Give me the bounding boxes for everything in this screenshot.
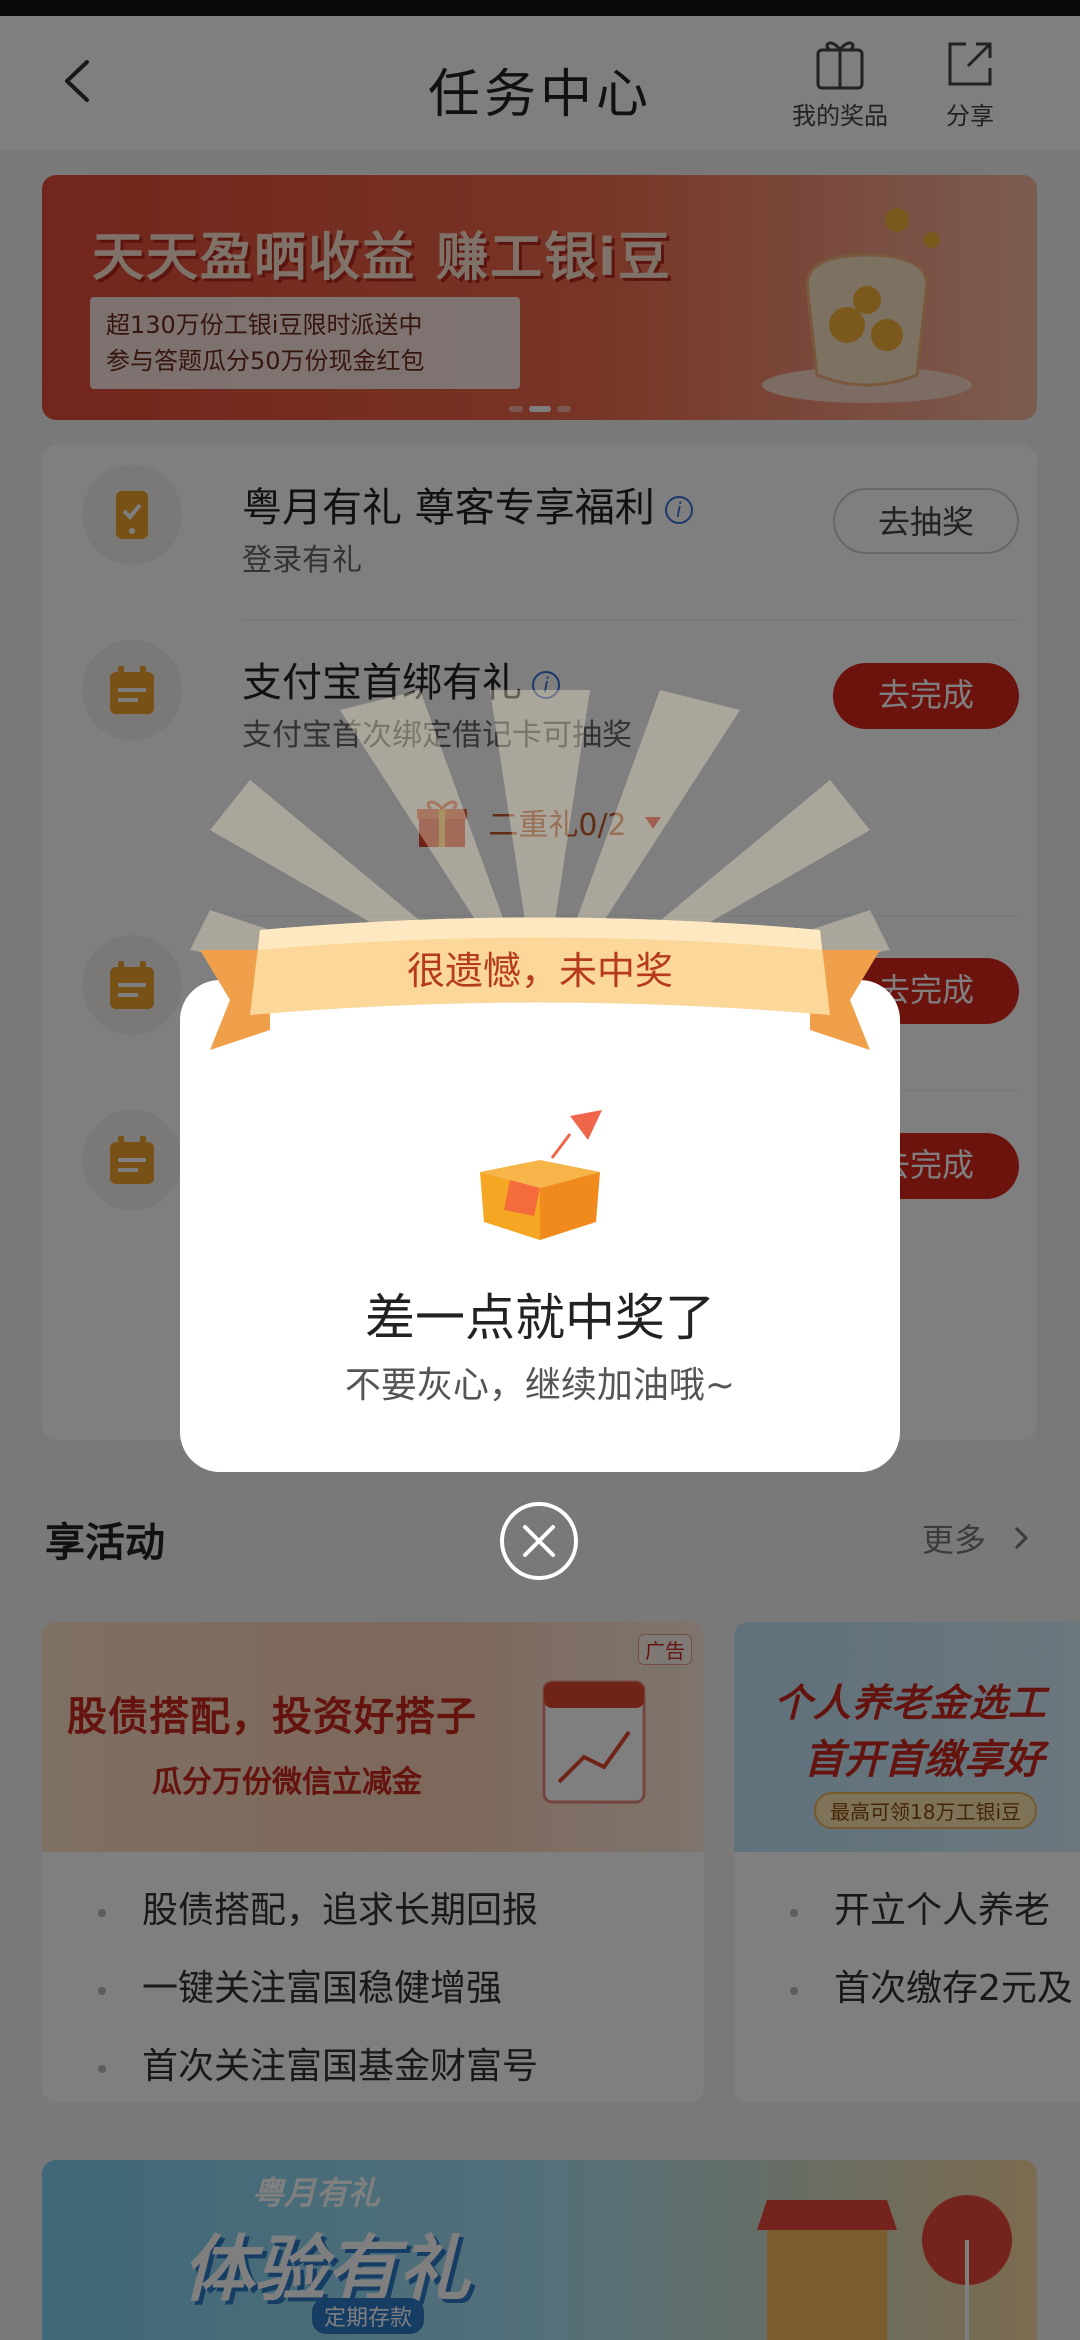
result-title: 差一点就中奖了 [365,1289,715,1347]
result-ribbon-text: 很遗憾，未中奖 [406,949,673,993]
close-icon [500,1502,578,1580]
empty-box-icon [480,1110,602,1240]
result-ribbon: 很遗憾，未中奖 [200,910,880,1060]
task-center-screen: 任务中心 我的奖品 分享 天天盈晒收益 赚工银i豆 超130万份工银i豆限时派送… [0,0,1080,2340]
result-subtitle: 不要灰心，继续加油哦~ [344,1365,736,1406]
close-dialog-button[interactable] [498,1500,580,1582]
